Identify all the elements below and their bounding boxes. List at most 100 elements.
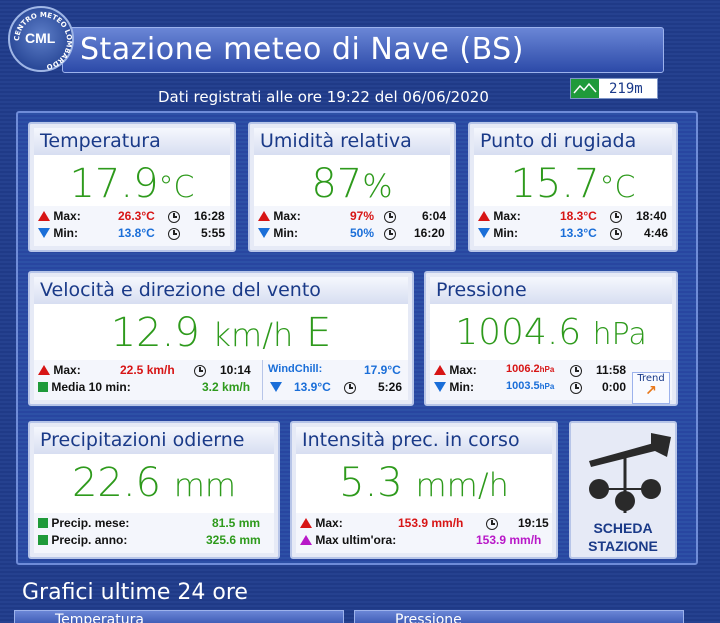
hour-max-arrow-icon [300,535,312,545]
dewpoint-max-value: 18.3°C [560,209,597,223]
precipitation-number: 22.6 [71,460,161,506]
min-label: Min: [493,226,518,240]
rain-rate-max-time: 19:15 [518,516,549,530]
dewpoint-min-value: 13.3°C [560,226,597,240]
humidity-min-row: Min: 50% 16:20 [254,226,450,243]
humidity-max-row: Max: 97% 6:04 [254,209,450,226]
rain-rate-hour-value: 153.9 mm/h [476,533,542,547]
cml-logo[interactable]: CENTRO METEO LOMBARDO CML [8,6,74,72]
station-sheet-line1: SCHEDA [593,520,653,536]
rain-rate-value: 5.3 mm/h [296,454,552,514]
temperature-max-value: 26.3°C [118,209,155,223]
humidity-max-value: 97% [350,209,375,223]
dewpoint-min-row: Min: 13.3°C 4:46 [474,226,672,243]
humidity-value: 87% [254,155,450,213]
min-label: Min: [53,226,78,240]
dewpoint-max-time: 18:40 [636,209,667,223]
pressure-max-time: 11:58 [596,363,627,377]
precipitation-unit: mm [173,466,237,504]
page-title: Stazione meteo di Nave (BS) [80,32,524,67]
clock-icon [384,211,396,223]
rain-rate-max-row: Max: 153.9 mm/h 19:15 [296,516,552,533]
clock-icon [570,382,582,394]
pressure-max-value: 1006.2 [506,363,540,375]
temperature-max-time: 16:28 [194,209,225,223]
temperature-value: 17.9°C [34,155,230,213]
windchill-min-time: 5:26 [378,380,403,394]
wind-stats: Max: 22.5 km/h 10:14 Media 10 min: 3.2 k… [34,360,408,400]
max-label: Max: [315,516,343,530]
altitude-value: 219m [609,80,643,97]
min-arrow-icon [38,228,50,238]
temperature-min-row: Min: 13.8°C 5:55 [34,226,230,243]
clock-icon [610,228,622,240]
chart-tab-pressione[interactable]: Pressione [354,610,684,623]
dewpoint-unit: °C [599,170,636,205]
clock-icon [384,228,396,240]
temperature-min-value: 13.8°C [118,226,155,240]
min-label: Min: [273,226,298,240]
windchill-min-row: 13.9°C 5:26 [34,380,408,397]
month-square-icon [38,518,48,528]
altitude-badge: 219m [570,78,658,99]
station-sheet-button[interactable]: SCHEDA STAZIONE [569,421,677,559]
hour-max-label: Max ultim'ora: [315,533,397,547]
pressure-unit: hPa [592,317,647,352]
dewpoint-min-time: 4:46 [644,226,669,240]
temperature-stats: Max: 26.3°C 16:28 Min: 13.8°C 5:55 [34,206,230,246]
precipitation-value: 22.6 mm [34,454,274,514]
clock-icon [168,228,180,240]
chart-tab-temperatura[interactable]: Temperatura [14,610,344,623]
pressure-min-time: 0:00 [602,380,627,394]
station-sheet-line2: STAZIONE [588,538,658,554]
temperature-card: Temperatura 17.9°C Max: 26.3°C 16:28 Min… [28,122,236,252]
dewpoint-value: 15.7°C [474,155,672,213]
temperature-number: 17.9 [69,161,159,207]
chart-tab-temperatura-label: Temperatura [55,612,144,623]
max-arrow-icon [434,365,446,375]
last-update-text: Dati registrati alle ore 19:22 del 06/06… [158,88,489,106]
pressure-number: 1004.6 [455,312,582,353]
humidity-max-time: 6:04 [422,209,447,223]
pressure-trend-button[interactable]: Trend ↗ [632,372,670,404]
temperature-title: Temperatura [34,128,230,155]
max-label: Max: [449,363,477,377]
station-sheet-label: SCHEDA STAZIONE [571,519,675,555]
precipitation-stats: Precip. mese: 81.5 mm Precip. anno: 325.… [34,513,274,553]
precipitation-month-row: Precip. mese: 81.5 mm [34,516,274,533]
chart-tab-pressione-label: Pressione [395,612,462,623]
max-arrow-icon [300,518,312,528]
windchill-row: WindChill: 17.9°C [34,363,408,380]
pressure-min-value: 1003.5 [506,380,540,392]
humidity-title: Umidità relativa [254,128,450,155]
wind-card: Velocità e direzione del vento 12.9 km/h… [28,271,414,406]
precipitation-month-value: 81.5 mm [212,516,261,530]
humidity-min-value: 50% [350,226,375,240]
year-square-icon [38,535,48,545]
rain-rate-max-value: 153.9 mm/h [398,516,464,530]
max-label: Max: [53,209,81,223]
max-arrow-icon [478,211,490,221]
rain-rate-card: Intensità prec. in corso 5.3 mm/h Max: 1… [290,421,558,559]
clock-icon [486,518,498,530]
max-arrow-icon [38,211,50,221]
max-arrow-icon [258,211,270,221]
month-label: Precip. mese: [51,516,130,530]
wind-title: Velocità e direzione del vento [34,277,408,304]
precipitation-year-value: 325.6 mm [206,533,261,547]
pressure-value: 1004.6 hPa [430,304,672,364]
max-label: Max: [493,209,521,223]
wind-unit: km/h [212,316,294,354]
precipitation-year-row: Precip. anno: 325.6 mm [34,533,274,550]
min-arrow-icon [258,228,270,238]
clock-icon [168,211,180,223]
dewpoint-stats: Max: 18.3°C 18:40 Min: 13.3°C 4:46 [474,206,672,246]
rain-rate-number: 5.3 [339,460,403,506]
max-label: Max: [273,209,301,223]
windchill-value: 17.9°C [364,363,401,377]
windchill-label: WindChill: [268,363,323,375]
wind-value: 12.9 km/h E [34,304,408,364]
pressure-title: Pressione [430,277,672,304]
temperature-min-time: 5:55 [201,226,226,240]
temperature-unit: °C [158,170,195,205]
